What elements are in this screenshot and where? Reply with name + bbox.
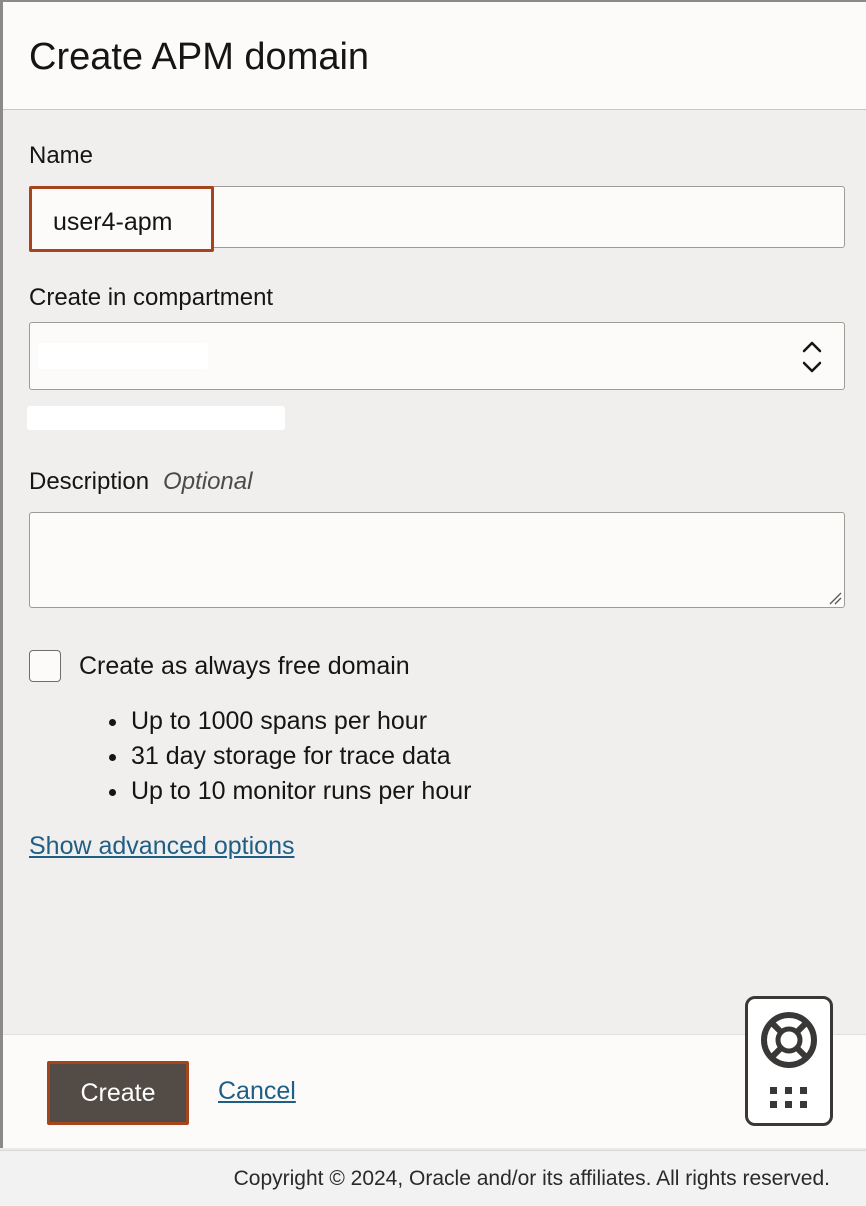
optional-hint: Optional	[163, 468, 253, 495]
lifebuoy-icon[interactable]	[760, 1011, 818, 1069]
list-item: 31 day storage for trace data	[108, 739, 471, 774]
show-advanced-options-link[interactable]: Show advanced options	[29, 832, 294, 861]
name-label: Name	[29, 142, 94, 169]
list-item: Up to 1000 spans per hour	[108, 704, 471, 739]
name-input[interactable]: user4-apm	[53, 208, 173, 237]
list-item: Up to 10 monitor runs per hour	[108, 774, 471, 809]
compartment-select[interactable]	[29, 322, 845, 390]
description-textarea[interactable]	[29, 512, 845, 608]
help-widget[interactable]	[745, 996, 833, 1126]
always-free-checkbox[interactable]	[29, 650, 61, 682]
dialog-title: Create APM domain	[29, 36, 370, 78]
create-apm-domain-panel: Create APM domain Name user4-apm Create …	[0, 0, 866, 1148]
compartment-label: Create in compartment	[29, 284, 274, 311]
redacted-compartment-value	[38, 343, 208, 369]
dialog-footer: Create Cancel	[3, 1034, 866, 1148]
always-free-feature-list: Up to 1000 spans per hour 31 day storage…	[108, 704, 471, 809]
dialog-header: Create APM domain	[3, 2, 866, 110]
always-free-label[interactable]: Create as always free domain	[79, 652, 410, 681]
page-footer: Copyright © 2024, Oracle and/or its affi…	[0, 1150, 866, 1206]
select-chevron-icon	[802, 341, 822, 373]
description-label-text: Description	[29, 468, 150, 495]
copyright-text: Copyright © 2024, Oracle and/or its affi…	[233, 1167, 830, 1190]
redacted-compartment-path	[27, 406, 285, 430]
description-label: Description Optional	[29, 468, 252, 496]
create-button[interactable]: Create	[47, 1061, 189, 1125]
grid-dots-icon[interactable]	[768, 1085, 810, 1111]
cancel-link[interactable]: Cancel	[218, 1077, 296, 1106]
resize-handle-icon[interactable]	[828, 591, 842, 605]
